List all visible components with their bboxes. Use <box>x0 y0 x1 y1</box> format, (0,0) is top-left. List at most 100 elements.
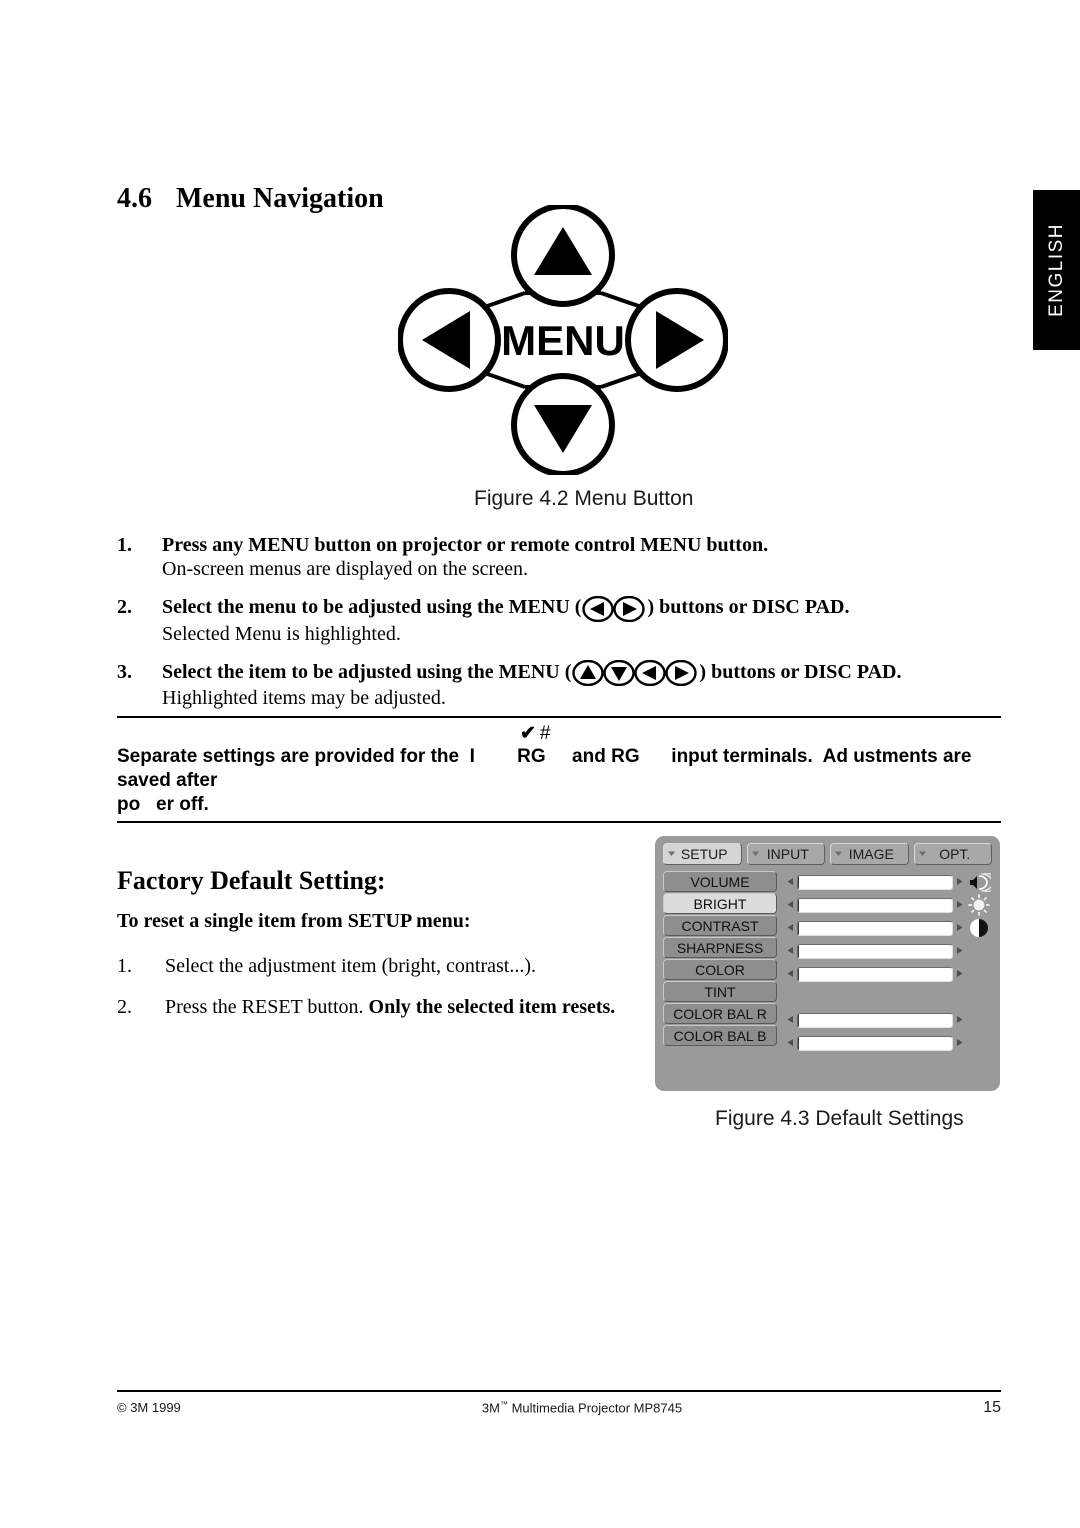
step-2-text: Select the menu to be adjusted using the… <box>162 595 850 622</box>
footer-copyright: © 3M 1999 <box>117 1400 181 1415</box>
slider-left-arrow-icon[interactable] <box>787 919 794 937</box>
osd-tab-setup-label: SETUP <box>680 846 728 862</box>
up-arrow-icon <box>580 665 597 680</box>
step-2-text-after: ) buttons or DISC PAD. <box>647 596 850 619</box>
osd-item-tint[interactable]: TINT <box>663 981 777 1002</box>
step-3-text-after: ) buttons or DISC PAD. <box>699 660 902 683</box>
osd-slider-volume[interactable] <box>787 871 992 893</box>
steps-list: 1. Press any MENU button on projector or… <box>117 533 1007 724</box>
osd-tab-input[interactable]: INPUT <box>746 843 825 865</box>
osd-item-bright-label: BRIGHT <box>693 895 747 912</box>
osd-item-volume[interactable]: VOLUME <box>663 871 777 892</box>
slider-left-arrow-icon[interactable] <box>787 896 794 914</box>
step-1-text-before: Press any MENU button on projector or re… <box>162 534 769 556</box>
menu-center-label: MENU <box>501 317 625 364</box>
slider-right-arrow-icon[interactable] <box>956 896 963 914</box>
factory-step-2-text: Press the RESET button. Only the selecte… <box>165 996 615 1019</box>
osd-tab-setup[interactable]: SETUP <box>663 843 742 865</box>
osd-item-contrast-label: CONTRAST <box>681 917 759 934</box>
osd-slider-bright[interactable] <box>787 894 992 916</box>
right-arrow-icon <box>675 666 690 681</box>
chevron-down-icon <box>834 845 843 863</box>
chevron-down-icon <box>667 845 676 863</box>
osd-item-volume-label: VOLUME <box>690 873 750 890</box>
slider-left-arrow-icon[interactable] <box>787 942 794 960</box>
factory-default-title: Factory Default Setting: <box>117 866 386 895</box>
osd-item-tint-label: TINT <box>704 983 736 1000</box>
slider-fill <box>798 921 799 935</box>
osd-menu-figure: SETUP INPUT IMAGE OPT. VOLUME BRIGHT CON… <box>655 836 1000 1091</box>
slider-left-arrow-icon[interactable] <box>787 965 794 983</box>
osd-item-color-bal-b[interactable]: COLOR BAL B <box>663 1025 777 1046</box>
osd-slider-sharpness[interactable] <box>787 940 992 962</box>
left-arrow-button <box>397 288 501 392</box>
slider-left-arrow-icon[interactable] <box>787 1011 794 1029</box>
osd-item-contrast[interactable]: CONTRAST <box>663 915 777 936</box>
right-arrow-icon <box>623 601 638 616</box>
slider-right-arrow-icon[interactable] <box>956 965 963 983</box>
osd-item-bright[interactable]: BRIGHT <box>663 893 777 914</box>
note-divider-bottom <box>117 821 1001 824</box>
figure-4-3-caption: Figure 4.3 Default Settings <box>715 1107 964 1130</box>
osd-item-color-bal-r[interactable]: COLOR BAL R <box>663 1003 777 1024</box>
osd-slider-color-bal-r[interactable] <box>787 1009 992 1031</box>
menu-diagram-svg: MENU <box>397 203 729 477</box>
slider-right-arrow-icon[interactable] <box>956 942 963 960</box>
slider-left-arrow-icon[interactable] <box>787 873 794 891</box>
page-footer: © 3M 1999 3M™ Multimedia Projector MP874… <box>117 1390 1001 1417</box>
osd-slider-color[interactable] <box>787 963 992 985</box>
osd-tab-opt[interactable]: OPT. <box>913 843 992 865</box>
slider-right-arrow-icon[interactable] <box>956 1034 963 1052</box>
slider-left-arrow-icon[interactable] <box>787 1034 794 1052</box>
step-3-text: Select the item to be adjusted using the… <box>162 660 902 687</box>
page-number: 15 <box>983 1399 1001 1416</box>
slider-track[interactable] <box>797 920 953 936</box>
down-arrow-icon <box>611 667 628 682</box>
step-1-number: 1. <box>117 534 132 556</box>
slider-track[interactable] <box>797 874 953 890</box>
slider-fill <box>798 1036 799 1050</box>
step-1: 1. Press any MENU button on projector or… <box>117 533 1007 582</box>
slider-right-arrow-icon[interactable] <box>956 919 963 937</box>
factory-step-1-text: Select the adjustment item (bright, cont… <box>165 955 536 978</box>
slider-track[interactable] <box>797 1012 953 1028</box>
slider-fill <box>798 944 799 958</box>
slider-track[interactable] <box>797 966 953 982</box>
note-symbols: ✔ # <box>117 723 1001 745</box>
slider-fill <box>798 875 799 889</box>
slider-right-arrow-icon[interactable] <box>956 873 963 891</box>
step-3: 3. Select the item to be adjusted using … <box>117 660 1007 711</box>
chevron-down-icon <box>751 845 760 863</box>
language-side-tab-label: ENGLISH <box>1045 223 1067 317</box>
step-1-subtext: On-screen menus are displayed on the scr… <box>162 558 528 581</box>
footer-divider <box>117 1390 1001 1392</box>
slider-fill <box>798 898 799 912</box>
factory-step-1: 1. Select the adjustment item (bright, c… <box>117 955 637 978</box>
step-3-number: 3. <box>117 660 132 683</box>
osd-item-color[interactable]: COLOR <box>663 959 777 980</box>
slider-track[interactable] <box>797 943 953 959</box>
osd-tab-input-label: INPUT <box>766 846 809 862</box>
step-2-subtext: Selected Menu is highlighted. <box>162 622 401 645</box>
language-side-tab: ENGLISH <box>1033 190 1080 350</box>
osd-slider-contrast[interactable] <box>787 917 992 939</box>
right-arrow-button <box>625 288 729 392</box>
osd-body: VOLUME BRIGHT CONTRAST SHARPNESS COLOR T… <box>663 871 992 1054</box>
osd-item-list: VOLUME BRIGHT CONTRAST SHARPNESS COLOR T… <box>663 871 777 1054</box>
osd-item-sharpness[interactable]: SHARPNESS <box>663 937 777 958</box>
inline-arrow-buttons-2 <box>582 595 646 622</box>
step-3-subtext: Highlighted items may be adjusted. <box>162 687 446 710</box>
step-1-text: Press any MENU button on projector or re… <box>162 533 768 557</box>
left-arrow-icon <box>590 601 605 616</box>
osd-tab-image[interactable]: IMAGE <box>830 843 909 865</box>
factory-step-2-number: 2. <box>117 996 132 1018</box>
slider-track[interactable] <box>797 1035 953 1051</box>
slider-track[interactable] <box>797 897 953 913</box>
footer-product: 3M™ Multimedia Projector MP8745 <box>181 1400 983 1415</box>
slider-right-arrow-icon[interactable] <box>956 1011 963 1029</box>
page-title: 4.6 Menu Navigation <box>117 183 384 215</box>
volume-icon <box>966 872 992 892</box>
osd-item-color-bal-b-label: COLOR BAL B <box>673 1027 767 1044</box>
factory-step-2-plain: Press the RESET button. <box>165 996 369 1018</box>
osd-slider-color-bal-b[interactable] <box>787 1032 992 1054</box>
